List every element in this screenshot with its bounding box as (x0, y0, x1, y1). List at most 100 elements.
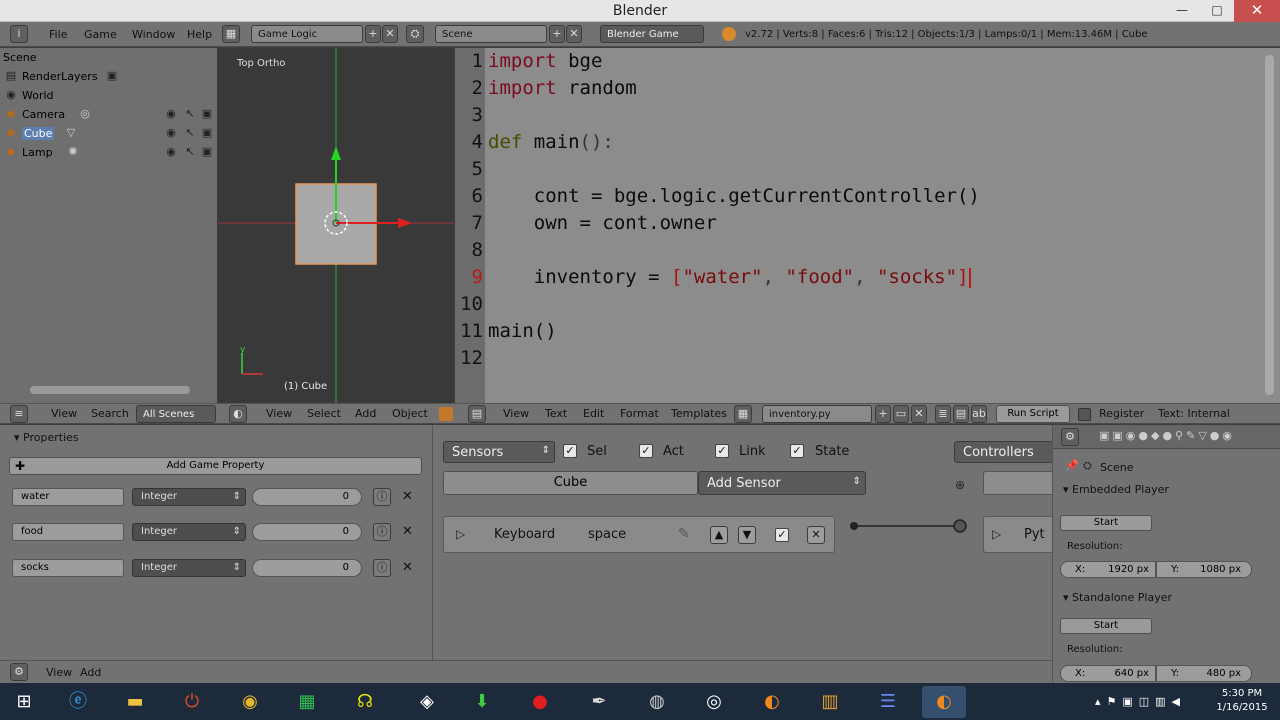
blender-taskbar-icon[interactable]: ◐ (750, 686, 794, 718)
expand-triangle-icon[interactable]: ▷ (992, 527, 1001, 541)
word-wrap-toggle-icon[interactable]: ▤ (953, 405, 969, 423)
library-app-icon[interactable]: ▥ (808, 686, 852, 718)
add-scene-icon[interactable]: + (549, 25, 565, 43)
text-editor-type-icon[interactable]: ▤ (468, 405, 486, 423)
property-name-field[interactable]: socks (12, 559, 124, 577)
outliner-item-cube[interactable]: ◆ Cube ▽ ◉ ↖ ▣ (0, 124, 217, 143)
spreadsheet-app-icon[interactable]: ▦ (285, 686, 329, 718)
embedded-x-field[interactable]: X: 1920 px (1060, 561, 1156, 578)
sensor-active-checkbox[interactable]: ✓ (775, 528, 789, 542)
visibility-eye-icon[interactable]: ◉ (164, 145, 178, 159)
render-camera-icon[interactable]: ▣ (200, 126, 214, 140)
object-name-button[interactable]: Cube (443, 471, 698, 495)
text-menu-view[interactable]: View (503, 407, 529, 420)
new-text-icon[interactable]: + (875, 405, 891, 423)
outliner-item-camera[interactable]: ◆ Camera ◎ ◉ ↖ ▣ (0, 105, 217, 124)
blender-active-taskbar-icon[interactable]: ◐ (922, 686, 966, 718)
act-checkbox[interactable]: ✓ (639, 444, 653, 458)
add-state-icon[interactable]: ⊕ (955, 478, 965, 492)
3d-viewport[interactable]: y (218, 48, 454, 403)
minimize-button[interactable]: — (1165, 0, 1199, 22)
controllers-menu[interactable]: Controllers (954, 441, 1053, 463)
line-numbers-toggle-icon[interactable]: ≣ (935, 405, 951, 423)
start-button-icon[interactable]: ⊞ (2, 686, 46, 718)
viewport-menu-select[interactable]: Select (307, 407, 341, 420)
select-cursor-icon[interactable]: ↖ (183, 107, 197, 121)
internet-explorer-icon[interactable]: ⓔ (56, 686, 100, 718)
state-checkbox[interactable]: ✓ (790, 444, 804, 458)
debug-info-icon[interactable]: ⓘ (373, 523, 391, 541)
text-browse-icon[interactable]: ▦ (734, 405, 752, 423)
remove-screen-icon[interactable]: ✕ (382, 25, 398, 43)
render-camera-icon[interactable]: ▣ (200, 145, 214, 159)
sensor-key-label[interactable]: space (588, 527, 626, 542)
menu-game[interactable]: Game (84, 28, 117, 41)
viewport-menu-object[interactable]: Object (392, 407, 428, 420)
select-cursor-icon[interactable]: ↖ (183, 126, 197, 140)
property-name-field[interactable]: food (12, 523, 124, 541)
add-game-property-button[interactable]: ✚ Add Game Property (9, 457, 422, 475)
unlink-text-icon[interactable]: ✕ (911, 405, 927, 423)
code-line-7[interactable]: own = cont.owner (488, 212, 717, 234)
remove-property-icon[interactable]: ✕ (402, 560, 413, 575)
scene-icon[interactable]: ⛭ (406, 25, 424, 43)
move-up-icon[interactable]: ▲ (710, 526, 728, 544)
logic-menu-add[interactable]: Add (80, 666, 101, 679)
download-app-icon[interactable]: ⬇ (460, 686, 504, 718)
standalone-start-button[interactable]: Start (1060, 618, 1152, 634)
object-mode-icon[interactable] (439, 407, 453, 421)
system-clock[interactable]: 5:30 PM 1/16/2015 (1212, 687, 1272, 715)
sensor-link-wire[interactable] (848, 518, 968, 534)
close-button[interactable]: ✕ (1234, 0, 1280, 22)
property-type-select[interactable]: Integer ⇕ (132, 523, 246, 541)
properties-editor-type-icon[interactable]: ⚙ (1061, 428, 1079, 446)
code-line-2[interactable]: import random (488, 77, 637, 99)
remove-property-icon[interactable]: ✕ (402, 489, 413, 504)
render-layers-toggle-icon[interactable]: ▣ (105, 69, 119, 83)
power-app-icon[interactable]: ⏻ (170, 686, 214, 718)
embedded-player-header[interactable]: ▾ Embedded Player (1063, 483, 1169, 496)
standalone-y-field[interactable]: Y: 480 px (1156, 665, 1252, 682)
register-checkbox[interactable] (1078, 408, 1091, 421)
outliner-editor-type-icon[interactable]: ≡ (10, 405, 28, 423)
link-checkbox[interactable]: ✓ (715, 444, 729, 458)
outliner-filter-select[interactable]: All Scenes (136, 405, 216, 423)
file-explorer-icon[interactable]: ▬ (113, 686, 157, 718)
move-down-icon[interactable]: ▼ (738, 526, 756, 544)
code-line-6[interactable]: cont = bge.logic.getCurrentController() (488, 185, 980, 207)
controller-type-label[interactable]: Pyt (1024, 527, 1045, 542)
properties-context-tabs-icon[interactable]: ▣▣◉●◆●⚲✎▽●◉ (1099, 429, 1277, 445)
outliner-item-world[interactable]: ◉ World (0, 86, 217, 105)
syntax-highlight-toggle-icon[interactable]: ab (971, 405, 987, 423)
maximize-button[interactable]: □ (1200, 0, 1234, 22)
text-menu-format[interactable]: Format (620, 407, 659, 420)
sel-checkbox[interactable]: ✓ (563, 444, 577, 458)
chrome-icon[interactable]: ◉ (228, 686, 272, 718)
viewport-menu-view[interactable]: View (266, 407, 292, 420)
system-tray-icons[interactable]: ▴⚑▣◫▥◀ (1095, 695, 1186, 708)
screen-layout-field[interactable]: Game Logic (251, 25, 363, 43)
code-line-11[interactable]: main() (488, 320, 557, 342)
viewport-menu-add[interactable]: Add (355, 407, 376, 420)
code-line-1[interactable]: import bge (488, 50, 602, 72)
text-file-field[interactable]: inventory.py (762, 405, 872, 423)
outliner-menu-search[interactable]: Search (91, 407, 129, 420)
obs-icon[interactable]: ◎ (692, 686, 736, 718)
pin-icon[interactable]: 📌 (1065, 459, 1079, 472)
add-screen-icon[interactable]: + (365, 25, 381, 43)
text-menu-text[interactable]: Text (545, 407, 567, 420)
editor-type-icon[interactable]: i (10, 25, 28, 43)
remove-property-icon[interactable]: ✕ (402, 524, 413, 539)
engine-select[interactable]: Blender Game (600, 25, 704, 43)
viewport-editor-type-icon[interactable]: ◐ (229, 405, 247, 423)
pin-icon[interactable]: ✎ (678, 526, 690, 542)
property-value-field[interactable]: 0 (252, 559, 362, 577)
visibility-eye-icon[interactable]: ◉ (164, 107, 178, 121)
debug-info-icon[interactable]: ⓘ (373, 559, 391, 577)
property-type-select[interactable]: Integer ⇕ (132, 488, 246, 506)
open-text-icon[interactable]: ▭ (893, 405, 909, 423)
sensor-type-label[interactable]: Keyboard (494, 527, 555, 542)
property-value-field[interactable]: 0 (252, 488, 362, 506)
outliner-menu-view[interactable]: View (51, 407, 77, 420)
property-name-field[interactable]: water (12, 488, 124, 506)
